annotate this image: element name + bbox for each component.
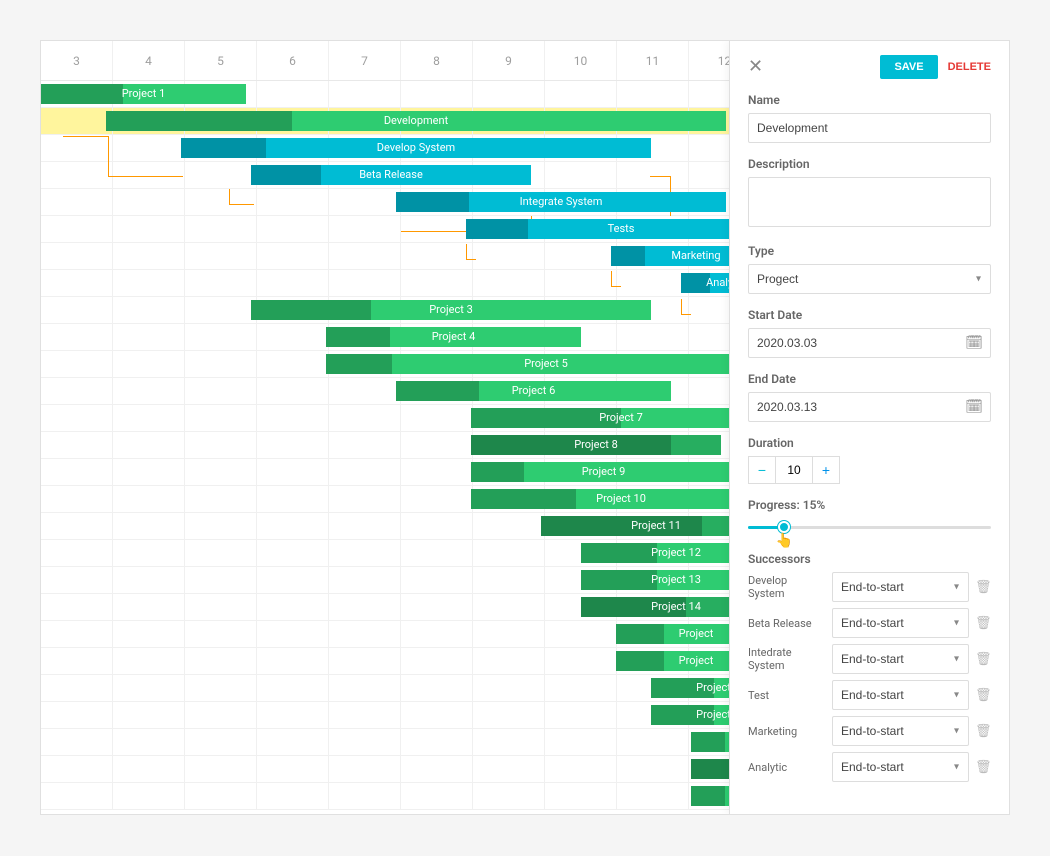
successor-type-select[interactable] (832, 644, 969, 674)
task-label: Development (106, 111, 726, 131)
successor-row: Analytic 🗑 (748, 752, 991, 782)
scale-cell: 7 (329, 41, 401, 80)
dependency-line (108, 176, 183, 177)
successor-name: Marketing (748, 725, 826, 738)
dependency-line (108, 136, 109, 176)
successor-row: Marketing 🗑 (748, 716, 991, 746)
task-label: Project 10 (471, 489, 771, 509)
name-input[interactable] (748, 113, 991, 143)
task-label: Project 9 (471, 462, 736, 482)
successor-row: Test 🗑 (748, 680, 991, 710)
trash-icon[interactable]: 🗑 (975, 616, 991, 631)
task-bar[interactable]: Project 9 (471, 462, 736, 482)
task-bar[interactable]: Beta Release (251, 165, 531, 185)
task-label: Project 8 (471, 435, 721, 455)
dependency-line (229, 189, 230, 204)
start-date-input[interactable] (748, 328, 991, 358)
task-bar[interactable]: Integrate System (396, 192, 726, 212)
type-label: Type (748, 244, 991, 258)
dependency-line (466, 244, 467, 259)
trash-icon[interactable]: 🗑 (975, 724, 991, 739)
close-icon[interactable]: ✕ (748, 58, 763, 76)
scale-cell: 8 (401, 41, 473, 80)
successor-name: Analytic (748, 761, 826, 774)
successor-type-select[interactable] (832, 608, 969, 638)
type-select[interactable] (748, 264, 991, 294)
task-bar[interactable]: Develop System (181, 138, 651, 158)
successor-name: Test (748, 689, 826, 702)
task-label: Project 5 (326, 354, 766, 374)
successors-label: Successors (748, 552, 991, 566)
task-label: Project 1 (41, 84, 246, 104)
description-input[interactable] (748, 177, 991, 227)
panel-header: ✕ SAVE DELETE (748, 55, 991, 79)
task-edit-panel: ✕ SAVE DELETE Name Description Type Star… (729, 41, 1009, 814)
dependency-line (611, 271, 612, 286)
task-label: Project 6 (396, 381, 671, 401)
task-bar[interactable]: Project 8 (471, 435, 721, 455)
duration-increment-button[interactable]: + (812, 456, 840, 484)
description-label: Description (748, 157, 991, 171)
dependency-line (229, 204, 254, 205)
successor-type-select[interactable] (832, 752, 969, 782)
gantt-frame: 345678910111213 Project 1DevelopmentDeve… (40, 40, 1010, 815)
task-bar[interactable]: Development (106, 111, 726, 131)
scale-cell: 3 (41, 41, 113, 80)
trash-icon[interactable]: 🗑 (975, 760, 991, 775)
trash-icon[interactable]: 🗑 (975, 688, 991, 703)
start-date-label: Start Date (748, 308, 991, 322)
task-label: Project 3 (251, 300, 651, 320)
task-label: Beta Release (251, 165, 531, 185)
task-bar[interactable]: Project 4 (326, 327, 581, 347)
task-label: Project 4 (326, 327, 581, 347)
delete-button[interactable]: DELETE (948, 61, 991, 73)
task-bar[interactable]: Project 5 (326, 354, 766, 374)
successor-row: Intedrate System 🗑 (748, 644, 991, 674)
trash-icon[interactable]: 🗑 (975, 580, 991, 595)
scale-cell: 4 (113, 41, 185, 80)
scale-cell: 6 (257, 41, 329, 80)
scale-cell: 9 (473, 41, 545, 80)
scale-cell: 10 (545, 41, 617, 80)
scale-cell: 5 (185, 41, 257, 80)
successor-type-select[interactable] (832, 716, 969, 746)
duration-label: Duration (748, 436, 991, 450)
dependency-line (681, 299, 682, 314)
task-label: Project 7 (471, 408, 771, 428)
end-date-input[interactable] (748, 392, 991, 422)
dependency-line (611, 286, 621, 287)
task-label: Develop System (181, 138, 651, 158)
task-bar[interactable]: Project 10 (471, 489, 771, 509)
successor-name: Develop System (748, 574, 826, 600)
duration-input[interactable] (776, 456, 812, 484)
calendar-icon[interactable]: 🗓 (965, 335, 983, 351)
dependency-line (63, 136, 108, 137)
dependency-line (681, 314, 691, 315)
successor-row: Beta Release 🗑 (748, 608, 991, 638)
name-label: Name (748, 93, 991, 107)
end-date-label: End Date (748, 372, 991, 386)
duration-decrement-button[interactable]: − (748, 456, 776, 484)
trash-icon[interactable]: 🗑 (975, 652, 991, 667)
cursor-icon: 👆 (776, 533, 793, 549)
task-bar[interactable]: Project 7 (471, 408, 771, 428)
task-bar[interactable]: Project 1 (41, 84, 246, 104)
successor-name: Beta Release (748, 617, 826, 630)
successor-name: Intedrate System (748, 646, 826, 672)
calendar-icon[interactable]: 🗓 (965, 399, 983, 415)
dependency-line (650, 176, 670, 177)
successor-type-select[interactable] (832, 572, 969, 602)
progress-label: Progress: 15% (748, 498, 991, 512)
task-label: Integrate System (396, 192, 726, 212)
scale-cell: 11 (617, 41, 689, 80)
task-bar[interactable]: Project 3 (251, 300, 651, 320)
progress-slider[interactable]: 👆 (748, 518, 991, 538)
dependency-line (466, 259, 476, 260)
save-button[interactable]: SAVE (880, 55, 937, 79)
successor-row: Develop System 🗑 (748, 572, 991, 602)
successor-type-select[interactable] (832, 680, 969, 710)
task-bar[interactable]: Project 6 (396, 381, 671, 401)
